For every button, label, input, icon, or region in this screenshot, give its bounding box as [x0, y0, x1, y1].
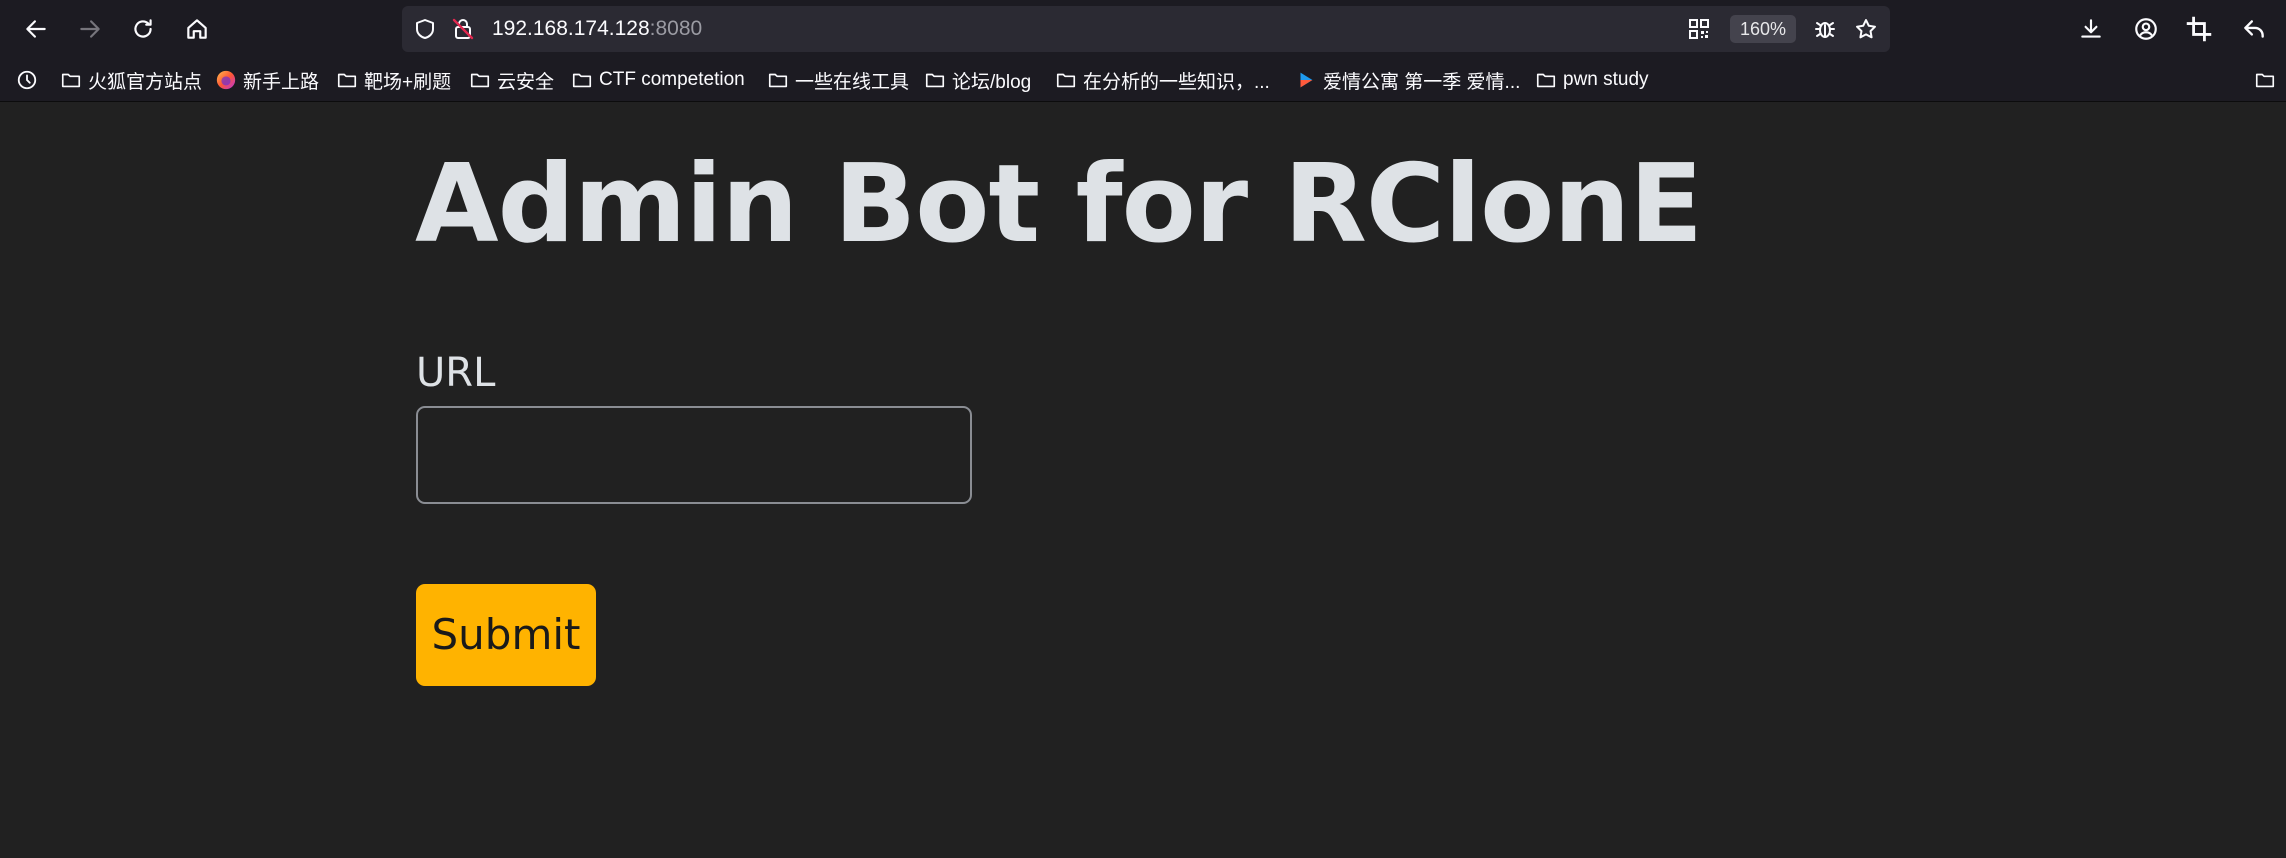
bookmarks-toolbar: 火狐官方站点 新手上路 靶场+刷题 云安全 CTF competetion 一些… [0, 62, 2286, 98]
navigation-toolbar: 192.168.174.128:8080 160% [0, 0, 2286, 58]
other-bookmarks-button[interactable] [2254, 64, 2282, 96]
folder-icon [925, 73, 945, 88]
bookmark-label: 云安全 [497, 71, 555, 93]
folder-icon [470, 73, 490, 88]
bookmark-label: 一些在线工具 [795, 71, 910, 93]
downloads-button[interactable] [2072, 10, 2110, 48]
bookmark-label: 火狐官方站点 [88, 71, 203, 93]
share-button[interactable] [2235, 10, 2273, 48]
home-icon [187, 19, 207, 39]
bookmark-item[interactable]: CTF competetion [571, 64, 745, 96]
bug-icon[interactable] [1812, 16, 1838, 42]
reload-icon [134, 19, 152, 38]
submit-button[interactable]: Submit [416, 584, 596, 686]
insecure-lock-icon[interactable] [450, 16, 476, 42]
bookmark-label: CTF competetion [599, 69, 745, 90]
screenshot-button[interactable] [2180, 10, 2218, 48]
url-port: :8080 [649, 17, 703, 40]
back-icon [26, 20, 46, 38]
browser-chrome: 192.168.174.128:8080 160% 火狐官方站点 新手上路 靶场… [0, 0, 2286, 102]
clock-icon [17, 70, 37, 90]
folder-icon [1056, 73, 1076, 88]
crop-icon [2186, 16, 2212, 42]
bookmark-item[interactable]: 论坛/blog [924, 64, 1031, 96]
url-text[interactable]: 192.168.174.128:8080 [492, 16, 702, 42]
bookmark-item[interactable]: 火狐官方站点 [60, 64, 202, 96]
share-icon [2244, 20, 2264, 38]
account-button[interactable] [2127, 10, 2165, 48]
shield-icon[interactable] [412, 16, 438, 42]
bookmark-label: 靶场+刷题 [364, 71, 452, 93]
bookmark-item[interactable]: 新手上路 [215, 64, 319, 96]
bookmark-label: 新手上路 [243, 71, 320, 93]
bookmark-item[interactable]: pwn study [1535, 64, 1649, 96]
page-title: Admin Bot for RClonE [415, 142, 1703, 267]
url-input[interactable] [416, 406, 972, 504]
zoom-level-badge[interactable]: 160% [1730, 15, 1796, 43]
reload-button[interactable] [124, 10, 162, 48]
video-icon [1300, 72, 1313, 88]
bookmark-label: pwn study [1563, 69, 1649, 90]
bookmark-label: 论坛/blog [952, 71, 1032, 93]
bookmark-item[interactable]: 在分析的一些知识，... [1055, 64, 1270, 96]
folder-icon [2255, 73, 2275, 88]
qr-code-icon[interactable] [1686, 16, 1712, 42]
url-label: URL [416, 350, 496, 396]
bookmark-item[interactable]: 一些在线工具 [767, 64, 909, 96]
star-icon[interactable] [1853, 16, 1879, 42]
bookmark-item[interactable]: 靶场+刷题 [336, 64, 451, 96]
history-button[interactable] [16, 64, 44, 96]
folder-icon [1536, 73, 1556, 88]
folder-icon [572, 73, 592, 88]
bookmark-label: 爱情公寓 第一季 爱情... [1323, 71, 1521, 93]
folder-icon [337, 73, 357, 88]
account-icon [2135, 18, 2157, 40]
bookmark-item[interactable]: 云安全 [469, 64, 554, 96]
bookmark-item[interactable]: 爱情公寓 第一季 爱情... [1295, 64, 1520, 96]
home-button[interactable] [178, 10, 216, 48]
url-host: 192.168.174.128 [492, 17, 650, 40]
address-bar[interactable]: 192.168.174.128:8080 160% [402, 6, 1890, 52]
download-icon [2081, 19, 2101, 38]
folder-icon [768, 73, 788, 88]
firefox-icon [216, 70, 236, 90]
forward-button[interactable] [71, 10, 109, 48]
back-button[interactable] [17, 10, 55, 48]
forward-icon [80, 20, 100, 38]
folder-icon [61, 73, 81, 88]
bookmark-label: 在分析的一些知识，... [1083, 71, 1270, 93]
